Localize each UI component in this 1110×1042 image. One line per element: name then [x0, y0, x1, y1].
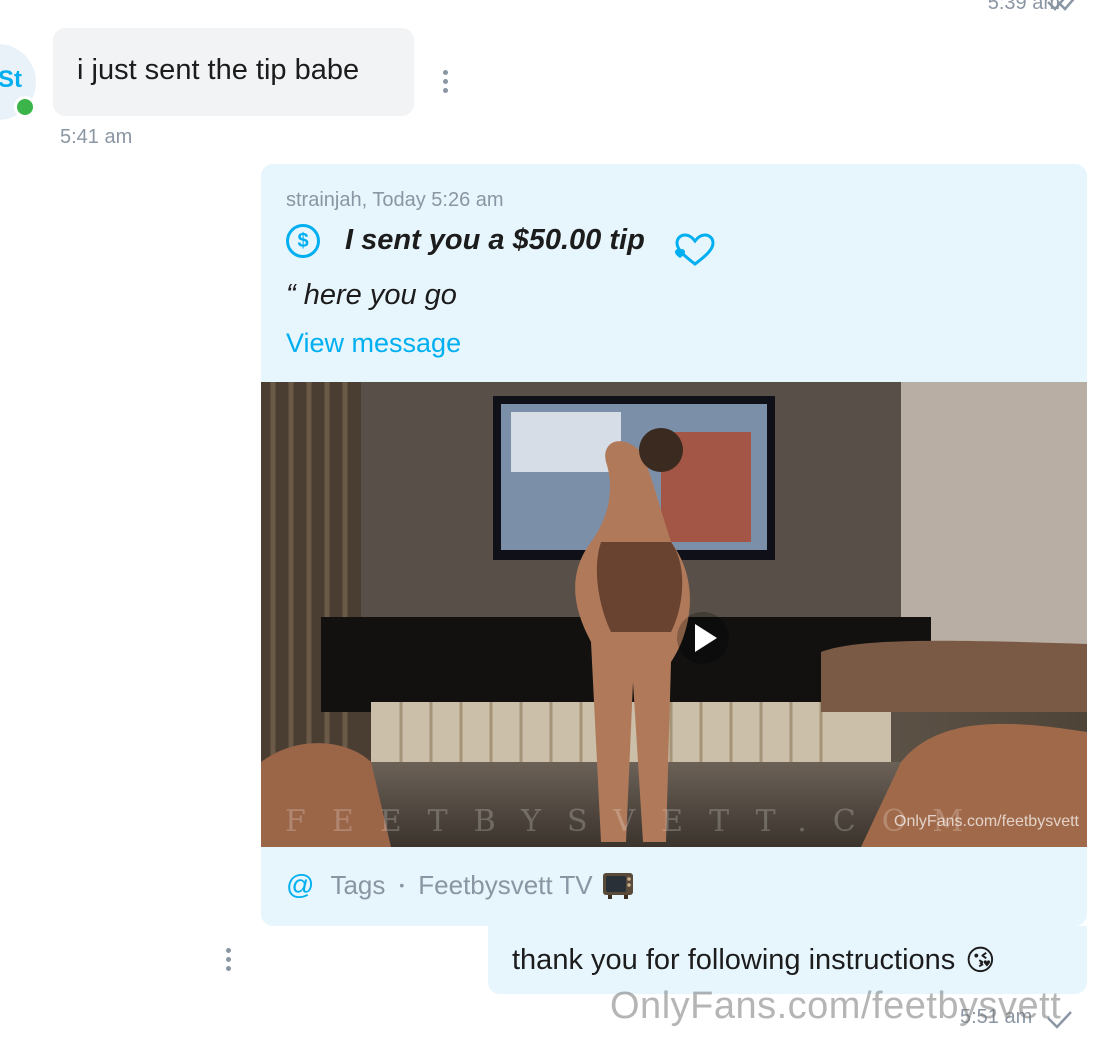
tag-link[interactable]: Feetbysvett TV [418, 870, 592, 901]
avatar[interactable]: St [0, 44, 36, 120]
tip-sender-meta: strainjah, Today 5:26 am [286, 189, 504, 211]
tags-separator: • [399, 877, 405, 893]
tv-icon [602, 873, 633, 899]
tags-row: @ Tags • Feetbysvett TV [286, 869, 635, 901]
video-brand-watermark: FEETBYSVETT.COM [285, 804, 990, 839]
tags-label[interactable]: Tags [330, 870, 385, 901]
outgoing-message-bubble: thank you for following instructions 😘 [488, 926, 1087, 994]
view-message-link[interactable]: View message [286, 328, 461, 359]
video-url-watermark: OnlyFans.com/feetbysvett [894, 813, 1079, 830]
tip-message-card: strainjah, Today 5:26 am $ I sent you a … [261, 164, 1087, 926]
tip-amount-text: I sent you a $50.00 tip [345, 224, 645, 256]
incoming-message-text: i just sent the tip babe [77, 54, 360, 86]
message-more-options-icon[interactable] [226, 948, 231, 971]
video-thumbnail[interactable]: FEETBYSVETT.COM OnlyFans.com/feetbysvett [261, 382, 1087, 847]
page-watermark: OnlyFans.com/feetbysvett [610, 985, 1062, 1027]
message-more-options-icon[interactable] [443, 70, 448, 93]
video-preview-image [261, 382, 1087, 847]
heart-icon[interactable] [673, 232, 717, 268]
outgoing-message-text: thank you for following instructions [512, 943, 956, 976]
dollar-icon: $ [286, 224, 320, 258]
play-icon[interactable] [677, 612, 729, 664]
incoming-message-time: 5:41 am [60, 126, 133, 148]
tip-note-text: “ here you go [286, 279, 457, 311]
kiss-emoji-icon: 😘 [965, 944, 996, 977]
at-sign-icon: @ [286, 869, 315, 900]
online-status-dot [14, 96, 36, 118]
avatar-initials: St [0, 66, 22, 93]
double-check-icon [1047, 0, 1075, 11]
incoming-message-bubble: i just sent the tip babe [53, 28, 414, 116]
